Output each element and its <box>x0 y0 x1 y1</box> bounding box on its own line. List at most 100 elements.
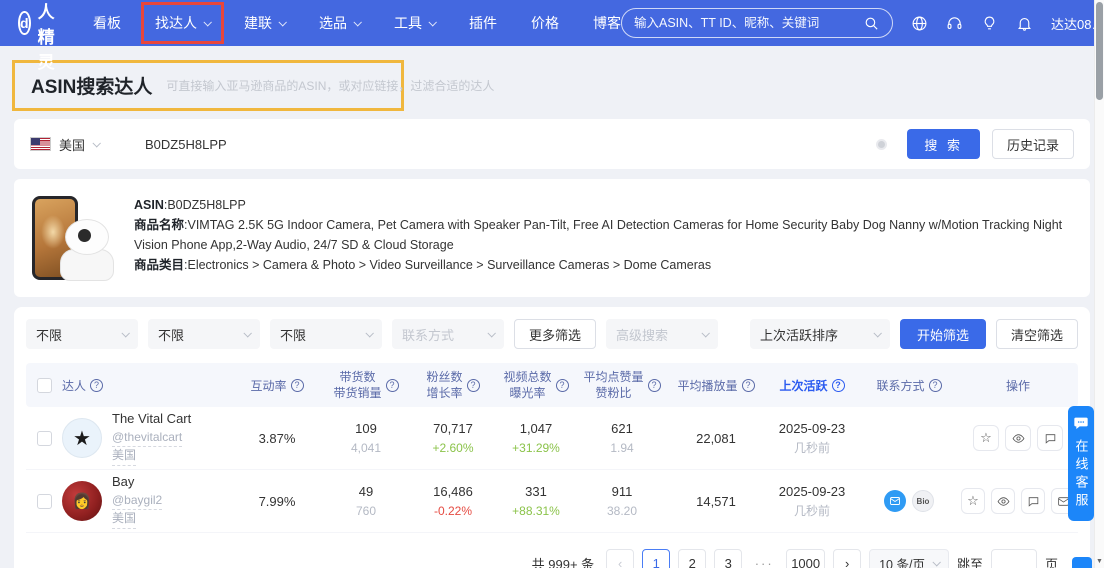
camera-shape <box>60 219 114 281</box>
scrollbar-down-arrow-icon[interactable]: ▼ <box>1096 558 1103 565</box>
creator-name[interactable]: Bay <box>112 473 162 492</box>
info-icon[interactable] <box>385 378 399 392</box>
nav-item-find-creators[interactable]: 找达人 <box>141 2 224 44</box>
search-button[interactable]: 搜 索 <box>907 129 980 159</box>
header-videos[interactable]: 视频总数 曝光率 <box>496 369 576 401</box>
page-header-section: ASIN搜索达人 可直接输入亚马逊商品的ASIN，或对应链接，过滤合适的达人 <box>0 46 1104 119</box>
scrollbar-thumb[interactable] <box>1096 2 1103 100</box>
clear-filters-button[interactable]: 清空筛选 <box>995 319 1078 349</box>
country-select-value[interactable]: 美国 <box>59 135 85 154</box>
header-avg-likes[interactable]: 平均点赞量 赞粉比 <box>576 369 668 401</box>
comment-button[interactable] <box>1037 425 1063 451</box>
notification-bell-icon[interactable] <box>1016 15 1033 32</box>
tips-lightbulb-icon[interactable] <box>981 15 998 32</box>
avg-views: 14,571 <box>696 493 736 509</box>
header-engagement[interactable]: 互动率 <box>232 377 322 394</box>
chevron-down-icon <box>278 18 287 27</box>
contact-filter-dropdown[interactable]: 联系方式 <box>392 319 504 349</box>
filter-dropdown-2[interactable]: 不限 <box>148 319 260 349</box>
view-eye-button[interactable] <box>991 488 1015 514</box>
view-eye-button[interactable] <box>1005 425 1031 451</box>
creator-cell[interactable]: 👩 Bay @baygil2 美国 <box>62 473 232 529</box>
email-contact-icon[interactable] <box>884 490 906 512</box>
header-contact[interactable]: 联系方式 <box>860 377 958 394</box>
global-search-box[interactable] <box>621 8 893 38</box>
header-followers[interactable]: 粉丝数 增长率 <box>410 369 496 401</box>
page-subtitle: 可直接输入亚马逊商品的ASIN，或对应链接，过滤合适的达人 <box>166 79 495 93</box>
page-button-last[interactable]: 1000 <box>786 549 826 568</box>
info-icon[interactable] <box>555 378 569 392</box>
creator-handle[interactable]: @baygil2 <box>112 492 163 511</box>
creator-cell[interactable]: ★ The Vital Cart @thevitalcart 美国 <box>62 410 232 466</box>
page-size-select[interactable]: 10 条/页 <box>869 549 949 568</box>
nav-item-plugin[interactable]: 插件 <box>469 13 497 33</box>
comment-button[interactable] <box>1021 488 1045 514</box>
page-button-3[interactable]: 3 <box>714 549 743 568</box>
row-checkbox[interactable] <box>36 493 52 509</box>
asin-input[interactable] <box>145 136 877 152</box>
nav-item-tools[interactable]: 工具 <box>394 13 437 33</box>
video-count: 331 <box>525 484 547 500</box>
more-filters-button[interactable]: 更多筛选 <box>514 319 597 349</box>
info-icon[interactable] <box>90 378 104 392</box>
brand-logo[interactable]: d 达人精灵 <box>18 0 67 73</box>
table-row: 👩 Bay @baygil2 美国 7.99% 49 760 16,486 -0.2… <box>26 470 1078 533</box>
promo-count: 109 <box>355 421 377 437</box>
favorite-star-button[interactable]: ☆ <box>973 425 999 451</box>
page-ellipsis: ··· <box>750 549 779 568</box>
creator-handle[interactable]: @thevitalcart <box>112 429 183 448</box>
info-icon[interactable] <box>928 378 942 392</box>
favorite-star-button[interactable]: ☆ <box>961 488 985 514</box>
header-avg-views[interactable]: 平均播放量 <box>668 377 764 394</box>
bio-link-badge[interactable]: Bio <box>912 490 934 512</box>
product-name-line: 商品名称:VIMTAG 2.5K 5G Indoor Camera, Pet C… <box>134 215 1072 255</box>
nav-item-outreach[interactable]: 建联 <box>244 13 287 33</box>
scrollbar[interactable]: ▼ <box>1094 0 1104 568</box>
info-icon[interactable] <box>831 378 845 392</box>
creator-country: 美国 <box>112 447 137 466</box>
creator-name[interactable]: The Vital Cart <box>112 410 191 429</box>
advanced-search-dropdown[interactable]: 高级搜索 <box>606 319 719 349</box>
nav-item-products[interactable]: 选品 <box>319 13 362 33</box>
history-button[interactable]: 历史记录 <box>991 129 1074 159</box>
filter-dropdown-3[interactable]: 不限 <box>270 319 382 349</box>
select-all-checkbox[interactable] <box>36 377 52 393</box>
avatar[interactable]: ★ <box>62 418 102 458</box>
table-header-row: 达人 互动率 带货数带货销量 粉丝数增长率 视频总数曝光率 平均点赞量赞粉比 平… <box>26 363 1078 407</box>
headset-support-icon[interactable] <box>946 15 963 32</box>
language-globe-icon[interactable] <box>911 15 928 32</box>
nav-item-pricing[interactable]: 价格 <box>531 13 559 33</box>
customer-service-tab[interactable]: 在线客服 <box>1068 406 1094 521</box>
follower-growth: +2.60% <box>432 440 474 455</box>
floating-widget-corner[interactable] <box>1072 557 1092 568</box>
nav-item-blog[interactable]: 博客 <box>593 13 621 33</box>
page-button-2[interactable]: 2 <box>678 549 707 568</box>
page-button-1[interactable]: 1 <box>642 549 671 568</box>
last-active-relative: 几秒前 <box>793 503 830 518</box>
global-search-input[interactable] <box>634 16 857 30</box>
top-navbar: d 达人精灵 看板 找达人 建联 选品 工具 插件 价格 博客 <box>0 0 1104 72</box>
header-promo[interactable]: 带货数 带货销量 <box>322 369 410 401</box>
header-last-active[interactable]: 上次活跃 <box>764 377 860 394</box>
prev-page-button[interactable]: ‹ <box>606 549 635 568</box>
info-icon[interactable] <box>741 378 755 392</box>
next-page-button[interactable]: › <box>833 549 862 568</box>
header-creator[interactable]: 达人 <box>62 377 232 394</box>
product-category-line: 商品类目:Electronics > Camera & Photo > Vide… <box>134 255 1072 275</box>
row-checkbox[interactable] <box>36 430 52 446</box>
sort-dropdown[interactable]: 上次活跃排序 <box>749 319 890 349</box>
like-follower-ratio: 38.20 <box>606 503 638 518</box>
engagement-value: 7.99% <box>258 493 296 509</box>
info-icon[interactable] <box>290 378 304 392</box>
search-icon[interactable] <box>863 15 880 32</box>
info-icon[interactable] <box>466 378 480 392</box>
info-icon[interactable] <box>647 378 661 392</box>
jump-page-input[interactable] <box>990 549 1037 568</box>
filter-dropdown-1[interactable]: 不限 <box>26 319 138 349</box>
avatar[interactable]: 👩 <box>62 481 102 521</box>
clear-input-icon[interactable] <box>876 138 888 150</box>
nav-item-kanban[interactable]: 看板 <box>93 13 121 33</box>
chevron-down-icon[interactable] <box>92 139 101 148</box>
chevron-down-icon <box>701 329 710 338</box>
apply-filters-button[interactable]: 开始筛选 <box>899 319 986 349</box>
